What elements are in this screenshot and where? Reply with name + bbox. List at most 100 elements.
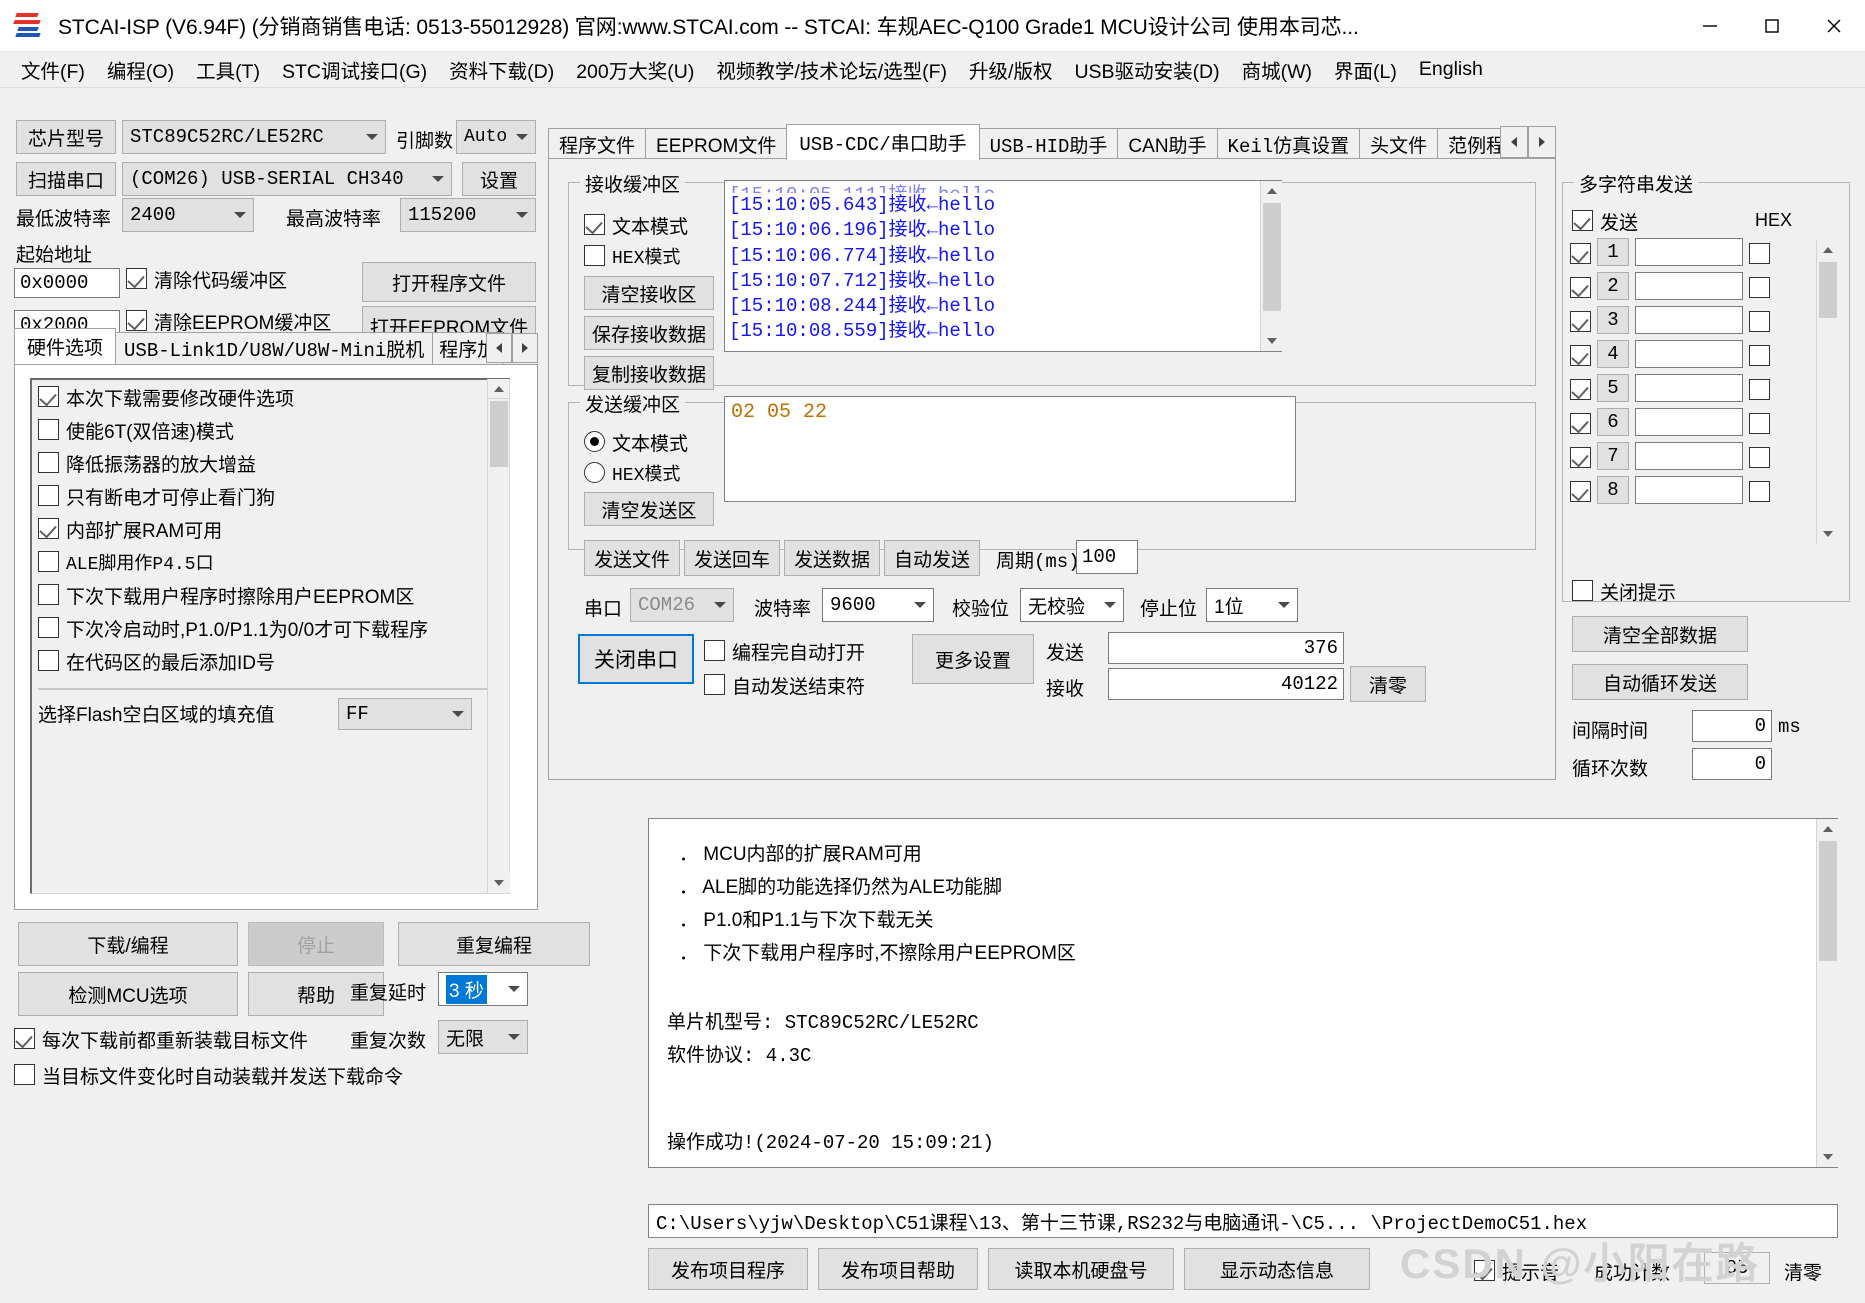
clear-all-data-button[interactable]: 清空全部数据: [1572, 616, 1748, 652]
menu-item-interface[interactable]: 界面(L): [1323, 51, 1408, 88]
menu-item-tools[interactable]: 工具(T): [185, 51, 271, 88]
receive-hex-mode-checkbox[interactable]: HEX模式: [584, 243, 680, 269]
detect-mcu-options-button[interactable]: 检测MCU选项: [18, 972, 238, 1016]
publish-project-program-button[interactable]: 发布项目程序: [648, 1248, 808, 1290]
parity-select[interactable]: 无校验: [1020, 588, 1124, 622]
auto-send-terminator-checkbox[interactable]: 自动发送结束符: [704, 672, 865, 699]
main-tab-scroll-right-button[interactable]: [1528, 126, 1556, 158]
auto-open-after-program-checkbox[interactable]: 编程完自动打开: [704, 638, 865, 665]
checkbox-icon[interactable]: [1570, 344, 1591, 366]
hex-checkbox-icon[interactable]: [1749, 378, 1770, 400]
tab-usb-link-offline[interactable]: USB-Link1D/U8W/U8W-Mini脱机: [115, 332, 434, 364]
clear-counters-button[interactable]: 清零: [1350, 666, 1426, 702]
checkbox-icon[interactable]: [1570, 276, 1591, 298]
option-enable-6t-checkbox[interactable]: 使能6T(双倍速)模式: [38, 417, 234, 444]
option-ale-as-p45-checkbox[interactable]: ALE脚用作P4.5口: [38, 549, 214, 575]
options-scrollbar[interactable]: [487, 379, 510, 893]
repeat-delay-select[interactable]: 3 秒: [438, 972, 528, 1006]
checkbox-icon[interactable]: [1570, 310, 1591, 332]
tab-program-file[interactable]: 程序文件: [548, 128, 647, 160]
multistring-scrollbar[interactable]: [1816, 240, 1839, 544]
copy-receive-button[interactable]: 复制接收数据: [584, 356, 714, 390]
tab-can-assistant[interactable]: CAN助手: [1117, 128, 1218, 160]
scroll-down-button[interactable]: [1817, 524, 1839, 544]
clear-code-buffer-checkbox[interactable]: 清除代码缓冲区: [126, 266, 287, 293]
auto-load-on-change-checkbox[interactable]: 当目标文件变化时自动装载并发送下载命令: [14, 1062, 403, 1089]
tab-usb-cdc-serial-assistant[interactable]: USB-CDC/串口助手: [786, 124, 980, 160]
receive-scrollbar[interactable]: [1260, 181, 1283, 351]
multistring-index[interactable]: 1: [1597, 238, 1629, 266]
menu-item-downloads[interactable]: 资料下载(D): [438, 51, 565, 88]
option-add-id-end-checkbox[interactable]: 在代码区的最后添加ID号: [38, 648, 275, 675]
option-reduce-osc-gain-checkbox[interactable]: 降低振荡器的放大增益: [38, 450, 256, 477]
scroll-down-button[interactable]: [1817, 1147, 1839, 1167]
reload-each-download-checkbox[interactable]: 每次下载前都重新装载目标文件: [14, 1026, 308, 1053]
auto-loop-send-button[interactable]: 自动循环发送: [1572, 664, 1748, 700]
hex-checkbox-icon[interactable]: [1749, 242, 1770, 264]
send-hex-mode-radio[interactable]: HEX模式: [584, 460, 680, 486]
multistring-send-all-checkbox[interactable]: 发送: [1572, 208, 1638, 235]
info-scrollbar[interactable]: [1816, 819, 1839, 1167]
multistring-row[interactable]: 5: [1570, 374, 1770, 402]
multistring-index[interactable]: 6: [1597, 408, 1629, 436]
scroll-up-button[interactable]: [1817, 240, 1838, 260]
close-tip-checkbox[interactable]: 关闭提示: [1572, 578, 1676, 605]
multistring-row[interactable]: 6: [1570, 408, 1770, 436]
multistring-row[interactable]: 1: [1570, 238, 1770, 266]
checkbox-icon[interactable]: [1570, 378, 1591, 400]
multistring-index[interactable]: 4: [1597, 340, 1629, 368]
scroll-down-button[interactable]: [488, 873, 510, 893]
multistring-input[interactable]: [1635, 374, 1743, 402]
menu-item-usb-driver[interactable]: USB驱动安装(D): [1063, 51, 1230, 88]
hex-checkbox-icon[interactable]: [1749, 344, 1770, 366]
max-baud-select[interactable]: 115200: [400, 198, 536, 232]
option-internal-xram-checkbox[interactable]: 内部扩展RAM可用: [38, 516, 222, 543]
hex-checkbox-icon[interactable]: [1749, 446, 1770, 468]
stop-bits-select[interactable]: 1位: [1206, 588, 1298, 622]
tab-header-files[interactable]: 头文件: [1359, 128, 1439, 160]
download-program-button[interactable]: 下载/编程: [18, 922, 238, 966]
minimize-button[interactable]: [1679, 0, 1741, 52]
multistring-input[interactable]: [1635, 306, 1743, 334]
menu-item-mall[interactable]: 商城(W): [1231, 51, 1323, 88]
send-data-button[interactable]: 发送数据: [784, 540, 880, 576]
scan-port-button[interactable]: 扫描串口: [16, 162, 116, 196]
scrollbar-thumb[interactable]: [1819, 841, 1837, 961]
multistring-row[interactable]: 8: [1570, 476, 1770, 504]
scrollbar-thumb[interactable]: [490, 401, 508, 467]
chip-model-button[interactable]: 芯片型号: [16, 120, 116, 154]
hex-checkbox-icon[interactable]: [1749, 480, 1770, 502]
hex-checkbox-icon[interactable]: [1749, 412, 1770, 434]
multistring-row[interactable]: 3: [1570, 306, 1770, 334]
multistring-input[interactable]: [1635, 340, 1743, 368]
serial-port-value-select[interactable]: COM26: [630, 588, 734, 622]
beep-tip-checkbox[interactable]: 提示音: [1474, 1258, 1559, 1285]
multistring-input[interactable]: [1635, 272, 1743, 300]
multistring-input[interactable]: [1635, 442, 1743, 470]
settings-button[interactable]: 设置: [462, 162, 536, 196]
checkbox-icon[interactable]: [1570, 446, 1591, 468]
menu-item-file[interactable]: 文件(F): [10, 51, 96, 88]
close-serial-port-button[interactable]: 关闭串口: [578, 634, 694, 684]
publish-project-help-button[interactable]: 发布项目帮助: [818, 1248, 978, 1290]
scroll-down-button[interactable]: [1261, 331, 1283, 351]
loop-count-input[interactable]: 0: [1692, 748, 1772, 780]
tab-usb-hid-assistant[interactable]: USB-HID助手: [978, 128, 1119, 160]
baud-rate-select[interactable]: 9600: [822, 588, 934, 622]
menu-item-english[interactable]: English: [1408, 54, 1494, 85]
option-cold-start-p10-p11-checkbox[interactable]: 下次冷启动时,P1.0/P1.1为0/0才可下载程序: [38, 615, 428, 642]
send-text-mode-radio[interactable]: 文本模式: [584, 429, 688, 456]
menu-item-video[interactable]: 视频教学/技术论坛/选型(F): [705, 51, 958, 88]
interval-time-input[interactable]: 0: [1692, 710, 1772, 742]
option-watchdog-poweroff-checkbox[interactable]: 只有断电才可停止看门狗: [38, 483, 275, 510]
main-tab-scroll-left-button[interactable]: [1500, 126, 1528, 158]
multistring-input[interactable]: [1635, 476, 1743, 504]
tab-eeprom-file[interactable]: EEPROM文件: [645, 128, 788, 160]
send-period-input[interactable]: 100: [1076, 540, 1138, 574]
menu-item-program[interactable]: 编程(O): [96, 51, 185, 88]
chip-model-select[interactable]: STC89C52RC/LE52RC: [122, 120, 386, 154]
send-cr-button[interactable]: 发送回车: [684, 540, 780, 576]
checkbox-icon[interactable]: [1570, 480, 1591, 502]
pin-count-select[interactable]: Auto: [456, 120, 536, 154]
close-button[interactable]: [1803, 0, 1865, 52]
